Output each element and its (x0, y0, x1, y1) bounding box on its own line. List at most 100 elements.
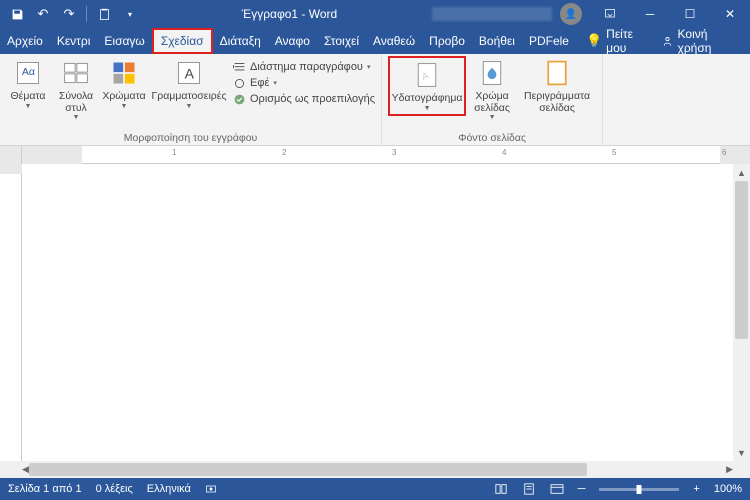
share-button[interactable]: Κοινή χρήση (661, 27, 740, 55)
checkmark-icon (232, 92, 246, 106)
scroll-up-icon[interactable]: ▲ (733, 164, 750, 181)
scroll-thumb[interactable] (735, 181, 748, 339)
horizontal-scrollbar[interactable]: ◀ ▶ (0, 461, 750, 478)
window-title: Έγγραφο1 - Word (147, 7, 432, 21)
paragraph-spacing-icon (232, 60, 246, 74)
tab-review[interactable]: Αναθεώ (366, 28, 422, 54)
read-mode-icon[interactable] (494, 483, 508, 495)
qat-dropdown-icon[interactable]: ▾ (119, 3, 141, 25)
vertical-scrollbar[interactable]: ▲ ▼ (733, 164, 750, 461)
scroll-right-icon[interactable]: ▶ (726, 461, 733, 478)
fonts-button[interactable]: A Γραμματοσειρές ▼ (150, 56, 228, 112)
language-indicator[interactable]: Ελληνικά (147, 483, 191, 495)
fonts-label: Γραμματοσειρές (151, 91, 226, 103)
style-sets-label: Σύνολα στυλ (55, 91, 97, 114)
zoom-level[interactable]: 100% (714, 483, 742, 495)
style-sets-button[interactable]: Σύνολα στυλ ▼ (54, 56, 98, 124)
effects-button[interactable]: Εφέ ▾ (232, 76, 375, 90)
page-borders-icon (542, 58, 572, 88)
colors-button[interactable]: Χρώματα ▼ (102, 56, 146, 112)
ruler-tick: 3 (392, 148, 396, 157)
set-as-default-button[interactable]: Ορισμός ως προεπιλογής (232, 92, 375, 106)
quick-access-toolbar: ↶ ↷ ▾ (0, 3, 147, 25)
tab-view[interactable]: Προβο (422, 28, 472, 54)
ribbon-options-icon[interactable] (590, 0, 630, 28)
maximize-button[interactable]: ☐ (670, 0, 710, 28)
share-icon (661, 35, 674, 48)
themes-button[interactable]: Aα Θέματα ▼ (6, 56, 50, 112)
ruler-tick: 4 (502, 148, 506, 157)
document-canvas[interactable] (22, 164, 733, 461)
clipboard-icon[interactable] (93, 3, 115, 25)
zoom-in-button[interactable]: + (693, 483, 699, 495)
lightbulb-icon: 💡 (586, 33, 602, 49)
tell-me-search[interactable]: 💡 Πείτε μου (586, 27, 653, 55)
paragraph-spacing-button[interactable]: Διάστημα παραγράφου ▾ (232, 60, 375, 74)
macro-record-icon[interactable] (205, 483, 217, 495)
tab-design[interactable]: Σχεδίασ (152, 28, 213, 54)
undo-icon[interactable]: ↶ (32, 3, 54, 25)
tab-references[interactable]: Αναφο (268, 28, 317, 54)
svg-text:A: A (185, 65, 195, 81)
print-layout-icon[interactable] (522, 483, 536, 495)
ruler-tick: 1 (172, 148, 176, 157)
minimize-button[interactable]: ─ (630, 0, 670, 28)
tell-me-label: Πείτε μου (606, 27, 652, 55)
tab-help[interactable]: Βοήθει (472, 28, 522, 54)
zoom-out-button[interactable]: ─ (578, 483, 586, 495)
save-icon[interactable] (6, 3, 28, 25)
chevron-down-icon: ▾ (273, 79, 277, 87)
tab-home[interactable]: Κεντρι (50, 28, 98, 54)
colors-icon (109, 58, 139, 88)
ruler-horizontal[interactable]: 1 2 3 4 5 6 (0, 146, 750, 164)
chevron-down-icon: ▼ (489, 114, 496, 122)
tab-file[interactable]: Αρχείο (0, 28, 50, 54)
user-avatar[interactable]: 👤 (560, 3, 582, 25)
ribbon-tabs: Αρχείο Κεντρι Εισαγω Σχεδίασ Διάταξη Ανα… (0, 28, 750, 54)
tab-insert[interactable]: Εισαγω (97, 28, 151, 54)
style-sets-icon (61, 58, 91, 88)
ribbon-group-document-formatting: Aα Θέματα ▼ Σύνολα στυλ ▼ Χρώματα ▼ (0, 54, 382, 145)
word-count[interactable]: 0 λέξεις (96, 483, 133, 495)
chevron-down-icon: ▾ (367, 63, 371, 71)
document-area: ▲ ▼ (0, 164, 750, 461)
close-button[interactable]: ✕ (710, 0, 750, 28)
page-indicator[interactable]: Σελίδα 1 από 1 (8, 483, 82, 495)
chevron-down-icon: ▼ (25, 103, 32, 111)
themes-label: Θέματα (10, 91, 45, 103)
fonts-icon: A (174, 58, 204, 88)
scroll-down-icon[interactable]: ▼ (733, 444, 750, 461)
paragraph-spacing-label: Διάστημα παραγράφου (250, 61, 363, 73)
watermark-button[interactable]: A Υδατογράφημα ▼ (388, 56, 466, 116)
page-color-icon (477, 58, 507, 88)
watermark-icon: A (412, 60, 442, 90)
share-label: Κοινή χρήση (678, 27, 740, 55)
page-borders-button[interactable]: Περιγράμματα σελίδας (518, 56, 596, 116)
ruler-tick: 6 (722, 148, 726, 157)
ruler-vertical[interactable] (0, 164, 22, 461)
redo-icon[interactable]: ↷ (58, 3, 80, 25)
scroll-thumb[interactable] (29, 463, 587, 476)
chevron-down-icon: ▼ (186, 103, 193, 111)
zoom-slider[interactable] (599, 488, 679, 491)
scroll-left-icon[interactable]: ◀ (22, 461, 29, 478)
ribbon-group-page-background: A Υδατογράφημα ▼ Χρώμα σελίδας ▼ Περιγρά… (382, 54, 603, 145)
chevron-down-icon: ▼ (73, 114, 80, 122)
group-label-formatting: Μορφοποίηση του εγγράφου (6, 131, 375, 144)
tab-layout[interactable]: Διάταξη (213, 28, 268, 54)
colors-label: Χρώματα (102, 91, 145, 103)
svg-text:Aα: Aα (22, 66, 35, 78)
watermark-label: Υδατογράφημα (392, 93, 463, 105)
ruler-corner (0, 146, 22, 164)
ruler-tick: 5 (612, 148, 616, 157)
tab-elements[interactable]: Στοιχεί (317, 28, 366, 54)
chevron-down-icon: ▼ (424, 105, 431, 113)
group-label-page-background: Φόντο σελίδας (388, 131, 596, 144)
themes-icon: Aα (13, 58, 43, 88)
tab-pdfelement[interactable]: PDFele (522, 28, 576, 54)
formatting-small-buttons: Διάστημα παραγράφου ▾ Εφέ ▾ Ορισμός ως π… (232, 56, 375, 106)
web-layout-icon[interactable] (550, 483, 564, 495)
effects-label: Εφέ (250, 77, 269, 89)
status-bar: Σελίδα 1 από 1 0 λέξεις Ελληνικά ─ + 100… (0, 478, 750, 500)
page-color-button[interactable]: Χρώμα σελίδας ▼ (470, 56, 514, 124)
